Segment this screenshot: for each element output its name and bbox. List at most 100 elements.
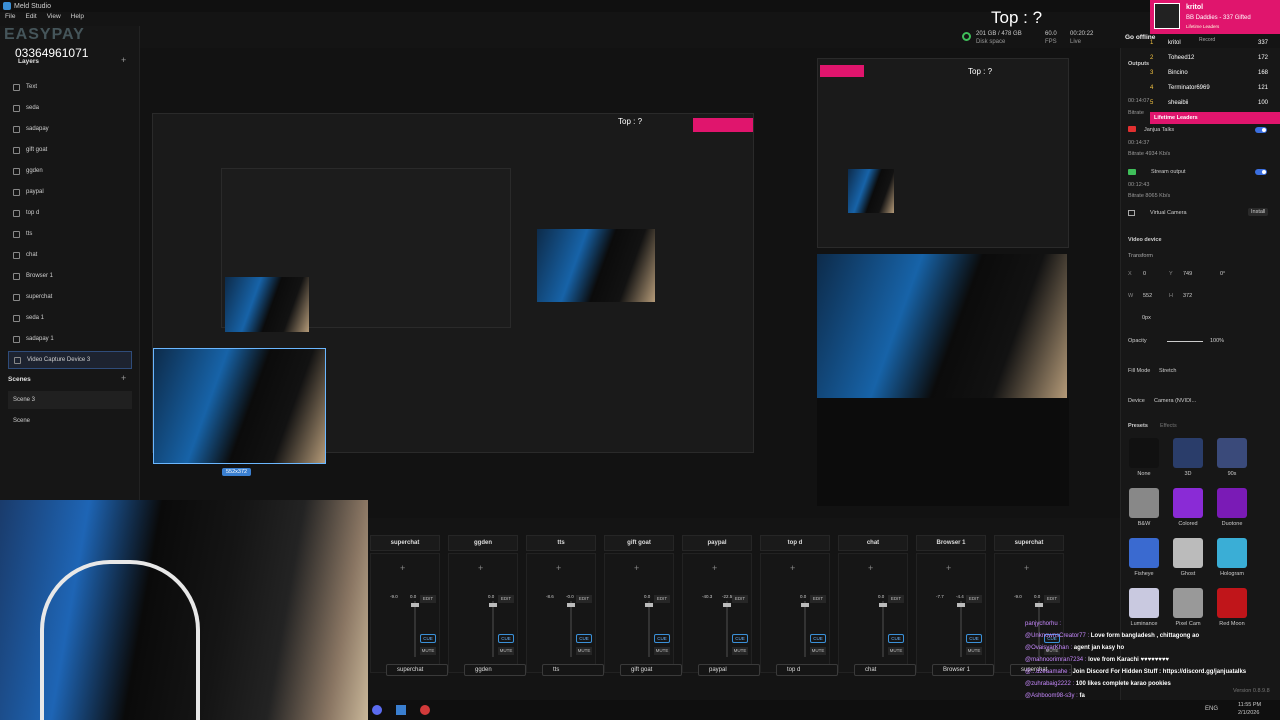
preset-thumbnail[interactable] [1129, 588, 1159, 618]
preset-thumbnail[interactable] [1217, 588, 1247, 618]
add-effect-icon[interactable]: + [556, 563, 561, 573]
record-label[interactable]: Record [1199, 37, 1215, 43]
layer-item[interactable]: seda 1 [8, 309, 132, 327]
add-effect-icon[interactable]: + [946, 563, 951, 573]
layer-item[interactable]: Browser 1 [8, 267, 132, 285]
cue-button[interactable]: CUE [654, 634, 670, 643]
layer-item[interactable]: top d [8, 204, 132, 222]
edit-button[interactable]: EDIT [732, 595, 748, 603]
mute-button[interactable]: MUTE [810, 647, 826, 655]
preset-thumbnail[interactable] [1217, 438, 1247, 468]
volume-fader[interactable] [879, 603, 887, 607]
cue-button[interactable]: CUE [966, 634, 982, 643]
cue-button[interactable]: CUE [810, 634, 826, 643]
device-select[interactable]: Camera (NVIDI... [1154, 398, 1196, 404]
stream-output-toggle[interactable] [1255, 169, 1267, 175]
layer-item[interactable]: Video Capture Device 3 [8, 351, 132, 369]
channel-title[interactable]: superchat [370, 535, 440, 551]
edit-button[interactable]: EDIT [1044, 595, 1060, 603]
channel-title[interactable]: top d [760, 535, 830, 551]
channel-title[interactable]: paypal [682, 535, 752, 551]
menu-edit[interactable]: Edit [25, 13, 36, 25]
preset-thumbnail[interactable] [1129, 438, 1159, 468]
add-scene-button[interactable]: + [121, 373, 126, 383]
layer-item[interactable]: Text [8, 78, 132, 96]
chrome-icon[interactable] [372, 705, 382, 715]
cue-button[interactable]: CUE [420, 634, 436, 643]
edit-button[interactable]: EDIT [498, 595, 514, 603]
layer-item[interactable]: paypal [8, 183, 132, 201]
volume-fader[interactable] [411, 603, 419, 607]
h-input[interactable]: 372 [1183, 293, 1192, 299]
janjua-toggle[interactable] [1255, 127, 1267, 133]
add-effect-icon[interactable]: + [712, 563, 717, 573]
w-input[interactable]: 552 [1143, 293, 1152, 299]
volume-fader[interactable] [1035, 603, 1043, 607]
channel-title[interactable]: Browser 1 [916, 535, 986, 551]
preset-thumbnail[interactable] [1129, 538, 1159, 568]
edit-button[interactable]: EDIT [654, 595, 670, 603]
edit-button[interactable]: EDIT [420, 595, 436, 603]
layer-item[interactable]: superchat [8, 288, 132, 306]
add-effect-icon[interactable]: + [790, 563, 795, 573]
add-effect-icon[interactable]: + [634, 563, 639, 573]
meld-icon[interactable] [396, 705, 406, 715]
rotation-input[interactable]: 0° [1220, 271, 1225, 277]
tray-time[interactable]: 11:55 PM [1238, 702, 1261, 708]
volume-fader[interactable] [567, 603, 575, 607]
video-capture-selected[interactable] [153, 348, 326, 464]
add-effect-icon[interactable]: + [868, 563, 873, 573]
menu-help[interactable]: Help [71, 13, 84, 25]
add-effect-icon[interactable]: + [1024, 563, 1029, 573]
tray-date[interactable]: 2/1/2026 [1238, 710, 1259, 716]
fill-mode-select[interactable]: Stretch [1159, 368, 1176, 374]
x-input[interactable]: 0 [1143, 271, 1146, 277]
scene-item[interactable]: Scene [8, 412, 132, 430]
edit-button[interactable]: EDIT [966, 595, 982, 603]
edit-button[interactable]: EDIT [576, 595, 592, 603]
cue-button[interactable]: CUE [732, 634, 748, 643]
layer-item[interactable]: seda [8, 99, 132, 117]
volume-fader[interactable] [489, 603, 497, 607]
layer-item[interactable]: sadapay [8, 120, 132, 138]
opacity-value[interactable]: 100% [1210, 338, 1224, 344]
volume-fader[interactable] [957, 603, 965, 607]
add-effect-icon[interactable]: + [400, 563, 405, 573]
channel-title[interactable]: ggden [448, 535, 518, 551]
preset-thumbnail[interactable] [1217, 538, 1247, 568]
preset-thumbnail[interactable] [1173, 588, 1203, 618]
tray-lang[interactable]: ENG [1205, 706, 1218, 712]
crop-input[interactable]: 0px [1142, 315, 1151, 321]
channel-title[interactable]: tts [526, 535, 596, 551]
preset-thumbnail[interactable] [1173, 438, 1203, 468]
layer-item[interactable]: chat [8, 246, 132, 264]
menu-view[interactable]: View [47, 13, 61, 25]
preset-thumbnail[interactable] [1173, 538, 1203, 568]
mute-button[interactable]: MUTE [498, 647, 514, 655]
volume-fader[interactable] [801, 603, 809, 607]
layer-item[interactable]: gift goat [8, 141, 132, 159]
cue-button[interactable]: CUE [576, 634, 592, 643]
channel-title[interactable]: chat [838, 535, 908, 551]
channel-title[interactable]: gift goat [604, 535, 674, 551]
mute-button[interactable]: MUTE [654, 647, 670, 655]
mute-button[interactable]: MUTE [732, 647, 748, 655]
app-icon[interactable] [420, 705, 430, 715]
effects-tab[interactable]: Effects [1160, 423, 1177, 429]
mute-button[interactable]: MUTE [576, 647, 592, 655]
add-effect-icon[interactable]: + [478, 563, 483, 573]
cue-button[interactable]: CUE [888, 634, 904, 643]
y-input[interactable]: 749 [1183, 271, 1192, 277]
cue-button[interactable]: CUE [498, 634, 514, 643]
preview-canvas[interactable]: Top : ? 552x372 Top : ? [140, 48, 1120, 518]
preset-thumbnail[interactable] [1129, 488, 1159, 518]
preset-thumbnail[interactable] [1173, 488, 1203, 518]
layer-item[interactable]: ggden [8, 162, 132, 180]
edit-button[interactable]: EDIT [810, 595, 826, 603]
layer-item[interactable]: sadapay 1 [8, 330, 132, 348]
add-layer-button[interactable]: + [121, 55, 126, 65]
channel-title[interactable]: superchat [994, 535, 1064, 551]
presets-tab[interactable]: Presets [1128, 423, 1148, 429]
volume-fader[interactable] [645, 603, 653, 607]
preset-thumbnail[interactable] [1217, 488, 1247, 518]
